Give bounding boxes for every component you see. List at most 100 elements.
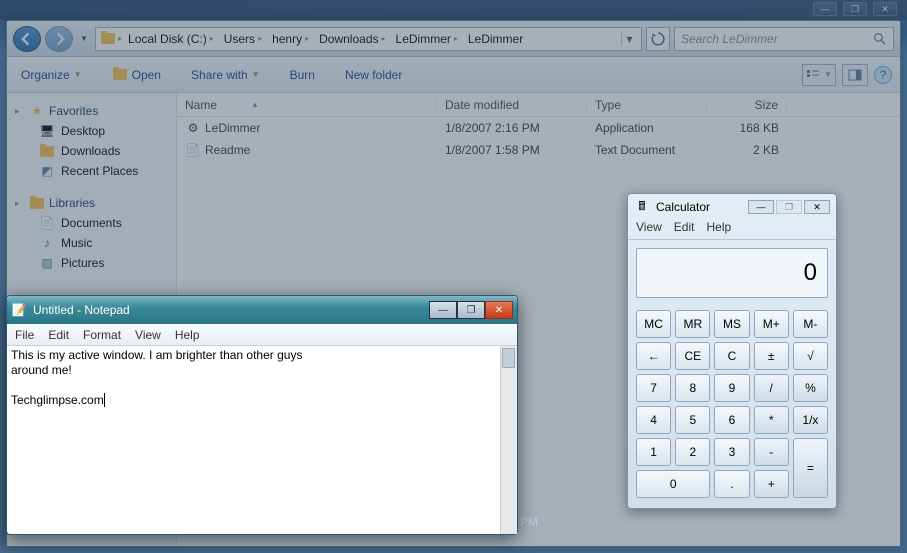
notepad-minimize-button[interactable]: — [429, 301, 457, 319]
notepad-menu-format[interactable]: Format [83, 328, 121, 342]
calc-menu-edit[interactable]: Edit [674, 220, 695, 239]
sidebar-item-documents[interactable]: 📄Documents [11, 213, 172, 233]
calc-key-eq[interactable]: = [793, 438, 828, 498]
calc-key-mr[interactable]: MR [675, 310, 710, 338]
explorer-minimize-button[interactable]: — [813, 2, 837, 16]
column-name[interactable]: Name▲ [177, 98, 437, 112]
vertical-scrollbar[interactable] [500, 346, 517, 534]
notepad-textarea[interactable]: This is my active window. I am brighter … [7, 346, 517, 534]
column-size[interactable]: Size [707, 98, 787, 112]
documents-icon: 📄 [39, 215, 55, 231]
breadcrumb-item[interactable]: LeDimmer ▸ [392, 30, 462, 48]
calc-key-3[interactable]: 3 [714, 438, 749, 466]
calc-key-mc[interactable]: MC [636, 310, 671, 338]
explorer-close-button[interactable]: ✕ [873, 2, 897, 16]
downloads-icon [39, 143, 55, 159]
file-row[interactable]: ⚙LeDimmer 1/8/2007 2:16 PM Application 1… [177, 117, 900, 139]
calc-maximize-button[interactable]: ❐ [776, 200, 802, 214]
calc-key-mul[interactable]: * [754, 406, 789, 434]
calc-key-neg[interactable]: ± [754, 342, 789, 370]
notepad-menu-view[interactable]: View [135, 328, 161, 342]
calc-key-ms[interactable]: MS [714, 310, 749, 338]
libraries-header[interactable]: ▸Libraries [11, 193, 172, 213]
calc-close-button[interactable]: ✕ [804, 200, 830, 214]
refresh-button[interactable] [646, 27, 670, 51]
calc-key-1[interactable]: 1 [636, 438, 671, 466]
calc-key-2[interactable]: 2 [675, 438, 710, 466]
sidebar-item-recent-places[interactable]: ◩Recent Places [11, 161, 172, 181]
calc-key-4[interactable]: 4 [636, 406, 671, 434]
search-icon [871, 31, 887, 47]
libraries-icon [29, 195, 45, 211]
breadcrumb-dropdown[interactable]: ▾ [621, 32, 637, 46]
calc-key-inv[interactable]: 1/x [793, 406, 828, 434]
notepad-title: Untitled - Notepad [33, 303, 130, 317]
calc-menu-help[interactable]: Help [706, 220, 731, 239]
pictures-icon: ▧ [39, 255, 55, 271]
calc-minimize-button[interactable]: — [748, 200, 774, 214]
breadcrumb-item[interactable]: Local Disk (C:) ▸ [124, 30, 218, 48]
help-icon[interactable]: ? [874, 66, 892, 84]
desktop-icon: 🖥 [39, 123, 55, 139]
notepad-menu-help[interactable]: Help [175, 328, 200, 342]
new-folder-button[interactable]: New folder [339, 64, 408, 86]
sidebar-item-pictures[interactable]: ▧Pictures [11, 253, 172, 273]
calc-key-plus[interactable]: + [754, 470, 789, 498]
calc-menu-view[interactable]: View [636, 220, 662, 239]
column-date[interactable]: Date modified [437, 98, 587, 112]
nav-history-dropdown[interactable]: ▼ [77, 26, 91, 52]
breadcrumb-item[interactable]: LeDimmer [464, 30, 527, 48]
breadcrumb-item[interactable]: Downloads ▸ [315, 30, 389, 48]
view-options-button[interactable]: ▼ [802, 64, 836, 86]
notepad-icon: 📝 [11, 302, 27, 318]
calc-key-minus[interactable]: - [754, 438, 789, 466]
burn-button[interactable]: Burn [284, 64, 321, 86]
calc-key-div[interactable]: / [754, 374, 789, 402]
notepad-close-button[interactable]: ✕ [485, 301, 513, 319]
favorites-header[interactable]: ▸★Favorites [11, 101, 172, 121]
calc-key-6[interactable]: 6 [714, 406, 749, 434]
breadcrumb-item[interactable]: Users ▸ [220, 30, 266, 48]
calc-key-mplus[interactable]: M+ [754, 310, 789, 338]
calc-key-back[interactable]: ← [636, 342, 671, 370]
notepad-maximize-button[interactable]: ❐ [457, 301, 485, 319]
breadcrumb-item[interactable]: henry ▸ [268, 30, 313, 48]
column-headers: Name▲ Date modified Type Size [177, 93, 900, 117]
column-type[interactable]: Type [587, 98, 707, 112]
calc-key-5[interactable]: 5 [675, 406, 710, 434]
calc-key-pct[interactable]: % [793, 374, 828, 402]
calc-key-mminus[interactable]: M- [793, 310, 828, 338]
sidebar-item-downloads[interactable]: Downloads [11, 141, 172, 161]
breadcrumb[interactable]: ▸ Local Disk (C:) ▸ Users ▸ henry ▸ Down… [95, 27, 642, 51]
explorer-toolbar: Organize ▼ Open Share with ▼ Burn New fo… [7, 57, 900, 93]
explorer-maximize-button[interactable]: ❐ [843, 2, 867, 16]
share-with-button[interactable]: Share with ▼ [185, 64, 266, 86]
address-bar: ▼ ▸ Local Disk (C:) ▸ Users ▸ henry ▸ Do… [7, 21, 900, 57]
nav-forward-button[interactable] [45, 26, 73, 52]
calc-key-8[interactable]: 8 [675, 374, 710, 402]
sidebar-item-music[interactable]: ♪Music [11, 233, 172, 253]
calc-display: 0 [636, 248, 828, 298]
calc-key-dot[interactable]: . [714, 470, 749, 498]
nav-back-button[interactable] [13, 26, 41, 52]
organize-button[interactable]: Organize ▼ [15, 64, 88, 86]
preview-pane-button[interactable] [842, 64, 868, 86]
calc-key-7[interactable]: 7 [636, 374, 671, 402]
calc-key-0[interactable]: 0 [636, 470, 710, 498]
search-placeholder: Search LeDimmer [681, 32, 778, 46]
notepad-menu-edit[interactable]: Edit [48, 328, 69, 342]
calc-key-ce[interactable]: CE [675, 342, 710, 370]
file-row[interactable]: 📄Readme 1/8/2007 1:58 PM Text Document 2… [177, 139, 900, 161]
search-input[interactable]: Search LeDimmer [674, 27, 894, 51]
sidebar-item-desktop[interactable]: 🖥Desktop [11, 121, 172, 141]
calc-key-sqrt[interactable]: √ [793, 342, 828, 370]
calculator-icon: 🖩 [634, 199, 650, 215]
notepad-menu-file[interactable]: File [15, 328, 34, 342]
calc-key-9[interactable]: 9 [714, 374, 749, 402]
calculator-window: 🖩 Calculator — ❐ ✕ View Edit Help 0 MC M… [627, 193, 837, 509]
open-button[interactable]: Open [106, 63, 167, 87]
text-file-icon: 📄 [185, 142, 201, 158]
calc-key-c[interactable]: C [714, 342, 749, 370]
notepad-window: 📝 Untitled - Notepad — ❐ ✕ File Edit For… [6, 295, 518, 535]
scrollbar-thumb[interactable] [502, 348, 515, 368]
